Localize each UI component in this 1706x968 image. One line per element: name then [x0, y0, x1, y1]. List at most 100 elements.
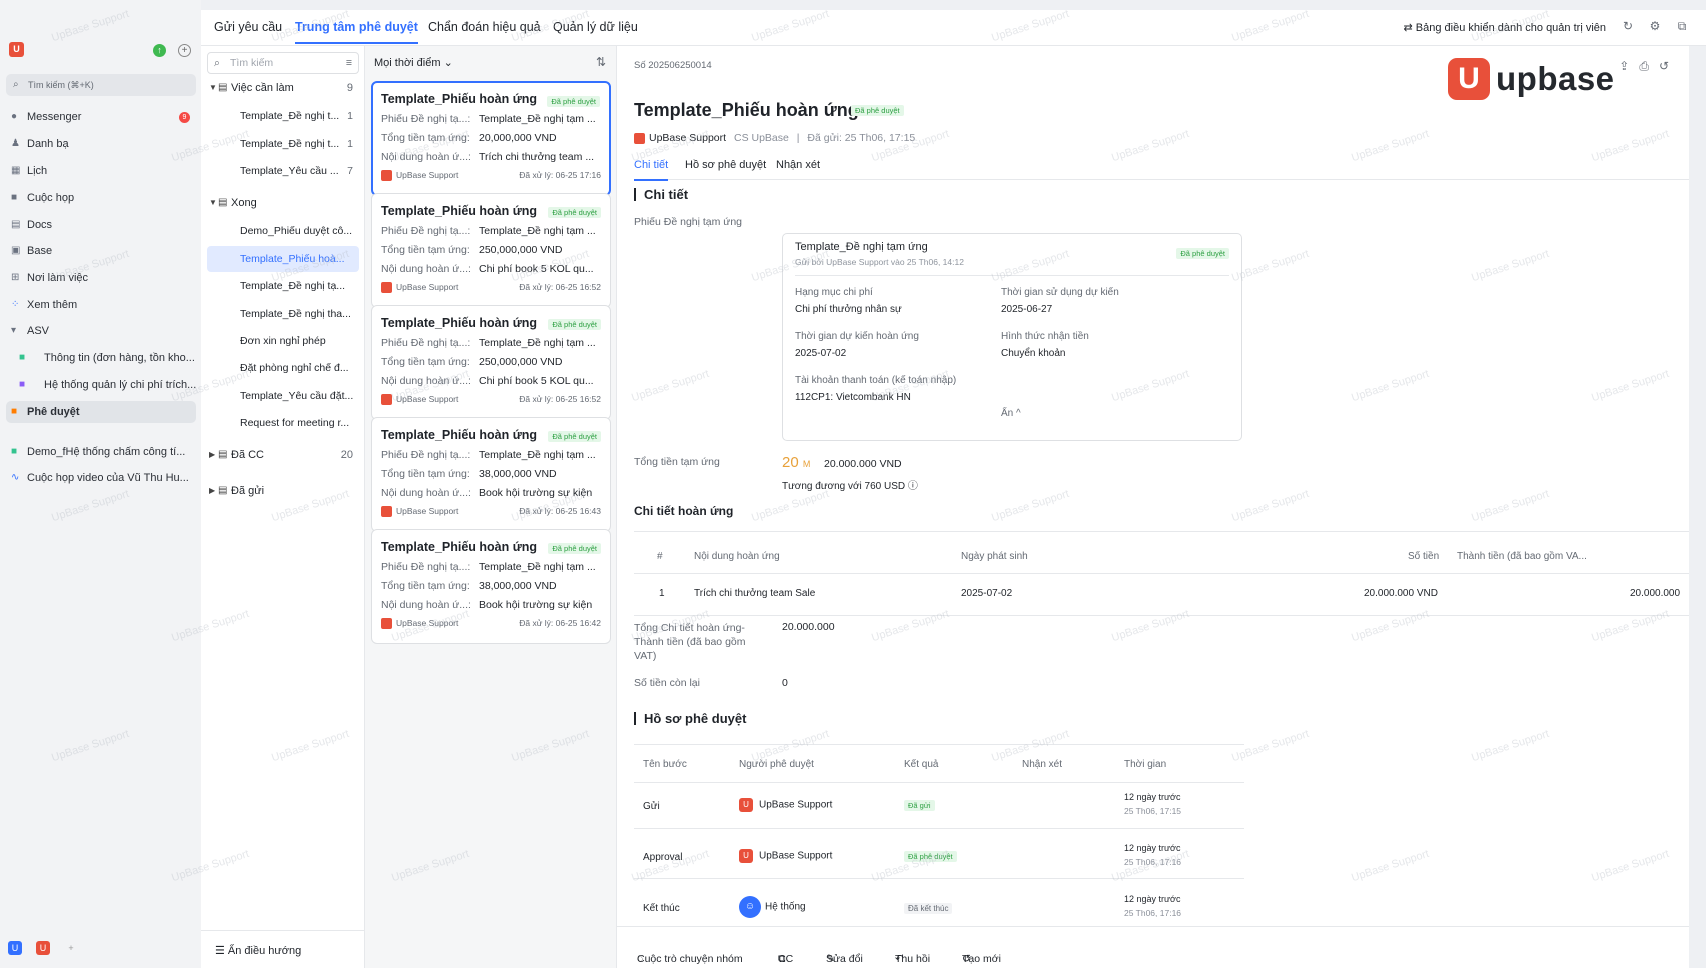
refresh-icon[interactable]: ↻	[1620, 19, 1636, 35]
nav-more[interactable]: ⁘ Xem thêm	[6, 294, 196, 316]
field-label: Nội dung hoàn ứ...:	[381, 487, 471, 499]
nav-asv-expense[interactable]: ■ Hệ thống quản lý chi phí trích...	[14, 374, 196, 396]
group-done[interactable]: ▼ ▤ Xong	[207, 192, 359, 214]
approval-search-input[interactable]: ⌕ Tìm kiếm ≡	[207, 52, 359, 74]
nav-label: Demo_fHệ thống chấm công tí...	[27, 446, 186, 458]
gear-icon[interactable]: ⚙	[1647, 19, 1663, 35]
table-header: Người phê duyệt	[739, 759, 814, 770]
share-icon[interactable]: ⇪	[1619, 59, 1629, 74]
done-item[interactable]: Template_Yêu cầu đặt...	[207, 383, 359, 409]
detail-actions: ⇪ ⎙ ↺	[1619, 59, 1669, 74]
linked-request-card[interactable]: Template_Đề nghị tạm ứng Gửi bởi UpBase …	[782, 233, 1242, 441]
group-sent[interactable]: ▶ ▤ Đã gửi	[207, 480, 359, 502]
request-card[interactable]: Template_Phiếu hoàn ứng Đã phê duyệt Phiếu…	[371, 529, 611, 644]
tab-approval-center[interactable]: Trung tâm phê duyệt	[295, 20, 418, 44]
ref-field-value: Chuyển khoản	[1001, 348, 1066, 359]
sort-icon[interactable]: ⇅	[596, 55, 606, 69]
nav-label: Lịch	[27, 165, 48, 177]
history-time: 12 ngày trước	[1124, 792, 1181, 802]
amount-label: Tổng tiền tạm ứng	[634, 456, 720, 468]
app-logo[interactable]: U	[9, 42, 24, 57]
divider	[634, 615, 1689, 616]
group-todo[interactable]: ▼ ▤ Việc cần làm 9	[207, 77, 359, 99]
amount-short: 20 M	[782, 454, 810, 471]
card-field: Nội dung hoàn ứ...: Book hội trường sự ki…	[381, 484, 601, 503]
card-field: Tổng tiền tạm ứng: 38,000,000 VND	[381, 577, 601, 596]
upload-icon[interactable]: ↑	[153, 44, 166, 57]
tab-diagnostics[interactable]: Chẩn đoán hiệu quả	[428, 20, 541, 34]
field-label: Tổng tiền tạm ứng:	[381, 468, 470, 480]
table-header: Nhận xét	[1022, 759, 1063, 770]
nav-meetings[interactable]: ■ Cuộc họp	[6, 187, 196, 209]
history-approver[interactable]: U UpBase Support	[739, 798, 832, 812]
nav-contacts[interactable]: ♟ Danh bạ	[6, 133, 196, 155]
todo-item[interactable]: Template_Đề nghị t... 1	[207, 103, 359, 129]
hide-nav-button[interactable]: ☰ Ẩn điều hướng	[201, 930, 365, 968]
group-cc[interactable]: ▶ ▤ Đã CC 20	[207, 444, 359, 466]
submitter-name[interactable]: UpBase Support	[649, 132, 726, 144]
done-item[interactable]: Đặt phòng nghỉ chế đ...	[207, 355, 359, 381]
request-card[interactable]: Template_Phiếu hoàn ứng Đã phê duyệt Phiếu…	[371, 417, 611, 532]
history-icon[interactable]: ↺	[1659, 59, 1669, 74]
workspace-icon[interactable]: U	[36, 941, 50, 955]
nav-asv-info[interactable]: ■ Thông tin (đơn hàng, tồn kho...	[14, 347, 196, 369]
admin-console-link[interactable]: ⇄ Bảng điều khiển dành cho quản trị viên	[1404, 21, 1606, 34]
approver-name: UpBase Support	[759, 850, 833, 862]
add-icon[interactable]: +	[178, 44, 191, 57]
done-item-active[interactable]: Template_Phiếu hoà...	[207, 246, 359, 272]
action-label: Sửa đổi	[826, 953, 863, 965]
divider	[634, 878, 1244, 879]
ref-field-value: Chi phí thưởng nhân sự	[795, 304, 902, 315]
amount-full: 20.000.000 VND	[824, 458, 902, 470]
todo-item[interactable]: Template_Yêu cầu ... 7	[207, 158, 359, 184]
nav-calendar[interactable]: ▦ Lịch	[6, 160, 196, 182]
add-workspace-icon[interactable]: +	[64, 941, 78, 955]
nav-docs[interactable]: ▤ Docs	[6, 214, 196, 236]
nav-base[interactable]: ▣ Base	[6, 240, 196, 262]
todo-item[interactable]: Template_Đề nghị t... 1	[207, 131, 359, 157]
field-value: 38,000,000 VND	[479, 580, 557, 592]
card-user: UpBase Support	[396, 170, 459, 180]
divider	[634, 573, 1689, 574]
done-item[interactable]: Demo_Phiếu duyệt cô...	[207, 218, 359, 244]
avatar	[381, 394, 392, 406]
nav-video-meeting[interactable]: ∿ Cuộc họp video của Vũ Thu Hu...	[6, 467, 196, 489]
nav-workplace[interactable]: ⊞ Nơi làm việc	[6, 267, 196, 289]
request-card[interactable]: Template_Phiếu hoàn ứng Đã phê duyệt Phiếu…	[371, 81, 611, 196]
card-field: Tổng tiền tạm ứng: 250,000,000 VND	[381, 241, 601, 260]
done-item[interactable]: Đơn xin nghỉ phép	[207, 328, 359, 354]
nav-timekeeping[interactable]: ■ Demo_fHệ thống chấm công tí...	[6, 441, 196, 463]
done-item[interactable]: Template_Đề nghị tha...	[207, 301, 359, 327]
group-label: Đã gửi	[231, 485, 265, 497]
time-filter-dropdown[interactable]: Mọi thời điểm ⌄	[374, 56, 453, 69]
request-card[interactable]: Template_Phiếu hoàn ứng Đã phê duyệt Phiếu…	[371, 193, 611, 308]
print-icon[interactable]: ⎙	[1639, 59, 1649, 74]
ref-status-badge: Đã phê duyệt	[1176, 247, 1229, 259]
avatar	[381, 618, 392, 630]
nav-messenger[interactable]: ● Messenger 9	[6, 106, 196, 128]
collapse-button[interactable]: Ẩn ^	[1001, 408, 1021, 419]
filter-icon[interactable]: ≡	[346, 53, 352, 73]
history-approver[interactable]: U UpBase Support	[739, 849, 832, 863]
done-item[interactable]: Request for meeting r...	[207, 410, 359, 436]
video-icon: ■	[11, 192, 18, 203]
sent-time: Đã gửi: 25 Th06, 17:15	[807, 132, 916, 144]
open-window-icon[interactable]: ⧉	[1674, 19, 1690, 35]
tab-send-request[interactable]: Gửi yêu cầu	[214, 20, 282, 34]
nav-asv-group[interactable]: ▾ ASV	[6, 320, 196, 342]
workspace-icon[interactable]: U	[8, 941, 22, 955]
group-count: 9	[346, 82, 353, 94]
global-search[interactable]: ⌕ Tìm kiếm (⌘+K)	[6, 74, 196, 96]
field-label: Nội dung hoàn ứ...:	[381, 599, 471, 611]
nav-approval[interactable]: ■ Phê duyệt	[6, 401, 196, 423]
tab-comments[interactable]: Nhận xét	[776, 159, 820, 171]
card-field: Nội dung hoàn ứ...: Chi phí book 5 KOL qu…	[381, 260, 601, 279]
tab-approval-history[interactable]: Hồ sơ phê duyệt	[685, 159, 766, 171]
card-field: Nội dung hoàn ứ...: Trích chi thưởng team…	[381, 148, 601, 167]
request-card[interactable]: Template_Phiếu hoàn ứng Đã phê duyệt Phiếu…	[371, 305, 611, 420]
tab-data-management[interactable]: Quản lý dữ liệu	[553, 20, 638, 34]
done-item[interactable]: Template_Đề nghị tạ...	[207, 273, 359, 299]
history-time-exact: 25 Th06, 17:16	[1124, 908, 1182, 918]
tab-detail[interactable]: Chi tiết	[634, 159, 669, 181]
collapse-icon: ☰	[215, 945, 228, 957]
